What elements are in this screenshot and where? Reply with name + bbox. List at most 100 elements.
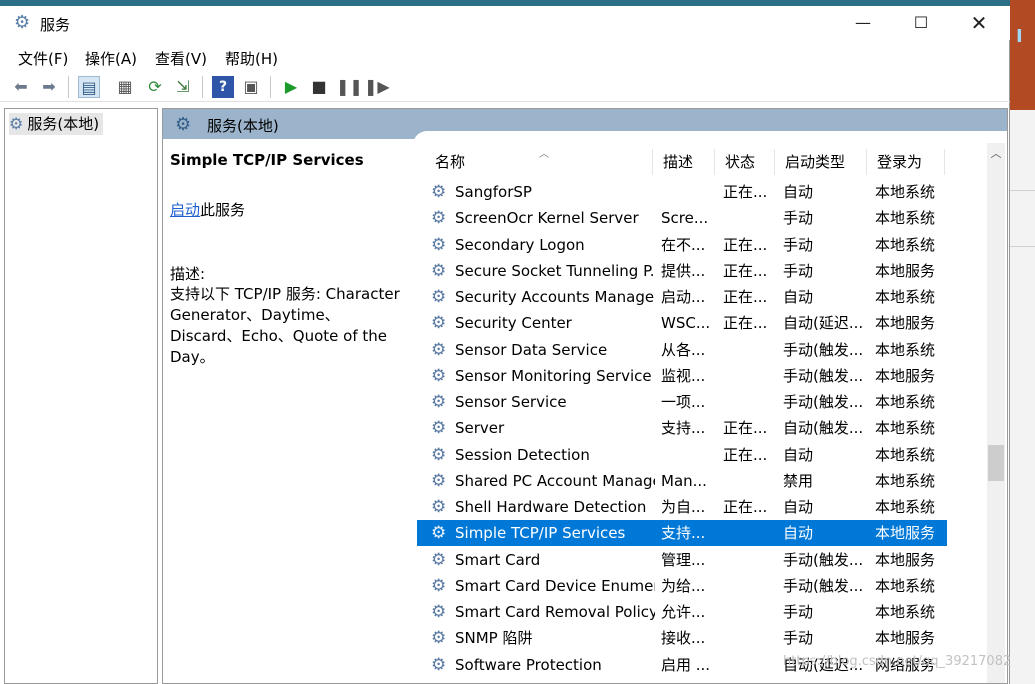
- service-status: 正在...: [723, 445, 768, 464]
- stop-service-icon[interactable]: ■: [308, 76, 330, 98]
- service-status: 正在...: [723, 183, 768, 201]
- restart-service-icon[interactable]: ❚▶: [364, 76, 390, 98]
- service-row[interactable]: ⚙ Smart Card 管理... 手动(触发... 本地服务: [417, 547, 947, 573]
- service-row[interactable]: ⚙ Secondary Logon 在不... 正在... 手动 本地系统: [417, 232, 947, 258]
- service-logon: 本地系统: [875, 340, 936, 359]
- service-row[interactable]: ⚙ Sensor Monitoring Service 监视... 手动(触发... 本…: [417, 363, 947, 389]
- maximize-button[interactable]: ☐: [892, 6, 950, 40]
- service-name: Smart Card Removal Policy: [455, 603, 655, 621]
- service-row[interactable]: ⚙ Secure Socket Tunneling P... 提供... 正在... 手…: [417, 258, 947, 284]
- service-name: Software Protection: [455, 655, 602, 674]
- scroll-up-icon[interactable]: ︿: [987, 145, 1005, 161]
- service-logon: 本地服务: [875, 366, 936, 385]
- column-header-start-type[interactable]: 启动类型: [775, 149, 867, 175]
- service-name: Secondary Logon: [455, 235, 585, 254]
- service-name: Simple TCP/IP Services: [455, 524, 626, 543]
- service-start-type: 自动(触发...: [783, 419, 864, 438]
- service-row[interactable]: ⚙ Sensor Service 一项... 手动(触发... 本地系统: [417, 389, 947, 415]
- service-gear-icon: ⚙: [431, 497, 447, 517]
- service-row[interactable]: ⚙ Session Detection 正在... 自动 本地系统: [417, 442, 947, 468]
- service-row[interactable]: ⚙ Security Accounts Manager 启动... 正在... 自动 本地…: [417, 284, 947, 310]
- service-row[interactable]: ⚙ SNMP 陷阱 接收... 手动 本地服务: [417, 625, 947, 651]
- service-description: 接收...: [661, 629, 706, 648]
- service-logon: 本地系统: [875, 183, 936, 201]
- tree-item-services-local[interactable]: ⚙ 服务(本地): [9, 113, 104, 135]
- back-arrow-icon[interactable]: ⬅: [10, 76, 32, 98]
- properties-icon[interactable]: ▦: [114, 76, 136, 98]
- pause-service-icon[interactable]: ❚❚: [336, 76, 363, 98]
- service-row[interactable]: ⚙ Server 支持... 正在... 自动(触发... 本地系统: [417, 415, 947, 441]
- service-name: Shared PC Account Manager: [455, 471, 655, 490]
- service-name: Session Detection: [455, 445, 590, 464]
- service-row[interactable]: ⚙ Sensor Data Service 从各... 手动(触发... 本地系统: [417, 337, 947, 363]
- service-start-type: 手动(触发...: [783, 576, 864, 595]
- start-service-icon[interactable]: ▶: [280, 76, 302, 98]
- tree-pane: ⚙ 服务(本地): [4, 108, 158, 684]
- export-list-icon[interactable]: ⇲: [172, 76, 194, 98]
- refresh-icon[interactable]: ⟳: [144, 76, 166, 98]
- help-icon[interactable]: ?: [212, 76, 234, 98]
- service-status: 正在...: [723, 419, 768, 438]
- service-status: 正在...: [723, 498, 768, 516]
- service-row[interactable]: ⚙ Spot Verifier 验证... 手动(触发... 本地系统: [417, 678, 947, 683]
- service-start-type: 手动(触发...: [783, 393, 864, 411]
- watermark: https://blog.csdn.net/qq_39217082: [783, 654, 1012, 669]
- service-gear-icon: ⚙: [431, 470, 447, 491]
- title-bar[interactable]: ⚙ 服务 — ☐ ✕: [0, 6, 1010, 40]
- column-header-status[interactable]: 状态: [715, 149, 775, 175]
- service-start-type: 手动: [783, 629, 814, 648]
- service-start-type: 自动: [783, 288, 814, 306]
- service-gear-icon: ⚙: [431, 208, 447, 229]
- gear-icon: ⚙: [175, 114, 192, 135]
- service-description: 一项...: [661, 393, 706, 411]
- service-gear-icon: ⚙: [431, 287, 447, 307]
- services-gear-icon: ⚙: [14, 12, 31, 33]
- toolbar-separator: [202, 76, 203, 98]
- service-gear-icon: ⚙: [431, 575, 447, 596]
- minimize-button[interactable]: —: [834, 6, 892, 40]
- menu-view[interactable]: 查看(V): [155, 48, 207, 69]
- service-description: 在不...: [661, 235, 706, 254]
- background-app-edge: I: [1010, 0, 1035, 110]
- service-description: 为给...: [661, 576, 706, 595]
- column-header-name[interactable]: 名称: [425, 149, 653, 175]
- service-name: Security Accounts Manager: [455, 288, 655, 306]
- service-start-type: 手动: [783, 603, 814, 621]
- close-button[interactable]: ✕: [950, 6, 1008, 40]
- show-hide-tree-icon[interactable]: ▤: [78, 76, 100, 98]
- column-header-description[interactable]: 描述: [653, 149, 715, 175]
- service-start-type: 自动: [783, 445, 814, 464]
- service-row[interactable]: ⚙ Smart Card Removal Policy 允许... 手动 本地系统: [417, 599, 947, 625]
- menu-action[interactable]: 操作(A): [85, 48, 137, 69]
- service-logon: 本地服务: [875, 524, 936, 543]
- menu-help[interactable]: 帮助(H): [225, 48, 278, 69]
- forward-arrow-icon[interactable]: ➡: [38, 76, 60, 98]
- console-icon[interactable]: ▣: [240, 76, 262, 98]
- divider: [1010, 246, 1035, 247]
- service-row[interactable]: ⚙ Smart Card Device Enumer... 为给... 手动(触发..…: [417, 573, 947, 599]
- service-gear-icon: ⚙: [431, 654, 447, 675]
- service-start-type: 手动(触发...: [783, 550, 864, 569]
- service-description: 启用 ...: [661, 655, 711, 674]
- service-gear-icon: ⚙: [431, 678, 451, 683]
- service-logon: 本地服务: [875, 314, 936, 333]
- scroll-thumb[interactable]: [988, 445, 1004, 481]
- service-row[interactable]: ⚙ SangforSP 正在... 自动 本地系统: [417, 179, 947, 205]
- toolbar: ⬅ ➡ ▤ ▦ ⟳ ⇲ ? ▣ ▶ ■ ❚❚ ❚▶: [0, 72, 1010, 102]
- column-header-logon[interactable]: 登录为: [867, 149, 945, 175]
- service-row[interactable]: ⚙ ScreenOcr Kernel Server Scre... 手动 本地系统: [417, 205, 947, 231]
- service-row[interactable]: ⚙ Shared PC Account Manager Man... 禁用 本地系统: [417, 468, 947, 494]
- service-start-type: 自动: [783, 183, 814, 201]
- service-start-type: 手动: [783, 209, 814, 228]
- service-row[interactable]: ⚙ Shell Hardware Detection 为自... 正在... 自动 本地系…: [417, 494, 947, 520]
- service-row[interactable]: ⚙ Security Center WSC... 正在... 自动(延迟... 本地服务: [417, 310, 947, 336]
- service-logon: 本地系统: [875, 235, 936, 254]
- menu-file[interactable]: 文件(F): [18, 48, 68, 69]
- service-name: Smart Card Device Enumer...: [455, 576, 655, 595]
- start-service-link[interactable]: 启动: [170, 201, 200, 219]
- service-row[interactable]: ⚙ Simple TCP/IP Services 支持... 自动 本地服务: [417, 520, 947, 547]
- divider: [1010, 190, 1035, 191]
- service-gear-icon: ⚙: [431, 182, 447, 202]
- service-logon: 本地系统: [875, 419, 936, 438]
- vertical-scrollbar[interactable]: ︿: [987, 143, 1005, 683]
